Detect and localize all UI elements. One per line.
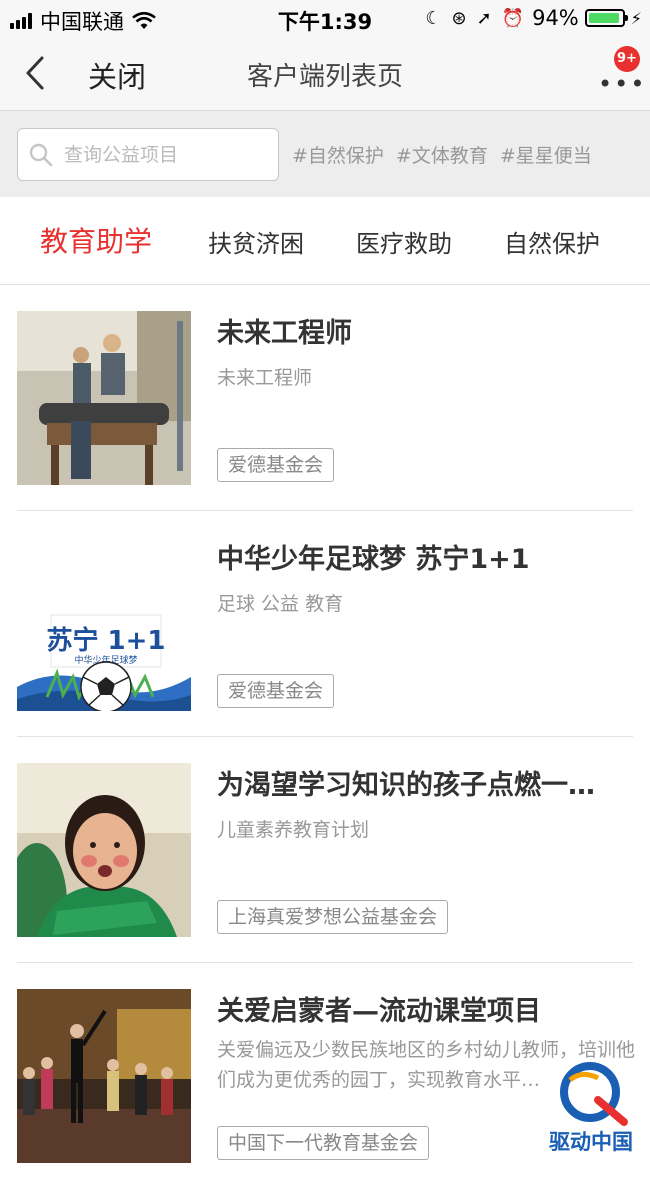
tab-nature-protection[interactable]: 自然保护 [504,224,600,259]
more-button[interactable]: ••• 9+ [594,46,644,96]
hashtag-nature[interactable]: #自然保护 [292,141,384,168]
item-subtitle: 未来工程师 [217,367,313,389]
search-row: #自然保护 #文体教育 #星星便当 [0,111,650,197]
list-item[interactable]: 苏宁 1+1 中华少年足球梦 中华少年足球梦 苏宁1+1 足球 公益 教育 爱德… [0,511,650,737]
watermark-emblem-icon [560,1062,628,1126]
tab-education[interactable]: 教育助学 [40,220,152,260]
item-title[interactable]: 为渴望学习知识的孩子点燃一… [217,763,635,802]
watermark-logo: 驱动中国 [532,1060,650,1156]
list-item[interactable]: 为渴望学习知识的孩子点燃一… 儿童素养教育计划 上海真爱梦想公益基金会 [0,737,650,963]
item-title[interactable]: 中华少年足球梦 苏宁1+1 [217,537,635,576]
location-icon: ➚ [476,7,492,29]
tab-medical-aid[interactable]: 医疗救助 [356,224,452,259]
hashtag-list: #自然保护 #文体教育 #星星便当 [292,141,604,168]
suning-logo-text: 苏宁 1+1 [46,625,165,656]
item-subtitle: 儿童素养教育计划 [217,819,370,841]
category-tabs: 教育助学 扶贫济困 医疗救助 自然保护 [0,198,650,285]
item-subtitle: 足球 公益 教育 [217,593,344,615]
charging-icon: ⚡ [630,8,642,28]
org-tag: 爱德基金会 [217,674,335,708]
status-right: ☾ ⊛ ➚ ⏰ 94% ⚡ [415,6,642,30]
list-item[interactable]: 未来工程师 未来工程师 爱德基金会 [0,285,650,511]
project-thumbnail [17,989,191,1163]
project-thumbnail [17,311,191,485]
battery-icon [584,9,628,27]
tab-poverty-relief[interactable]: 扶贫济困 [208,224,304,259]
search-input[interactable] [62,137,266,173]
watermark-text: 驱动中国 [549,1130,633,1154]
alarm-icon: ⏰ [501,7,525,29]
project-thumbnail [17,763,191,937]
org-tag: 上海真爱梦想公益基金会 [217,900,449,934]
hashtag-sports-education[interactable]: #文体教育 [396,141,488,168]
org-tag: 爱德基金会 [217,448,335,482]
status-bar: 中国联通 下午1:39 ☾ ⊛ ➚ ⏰ 94% ⚡ [0,0,650,36]
search-icon [29,143,53,167]
more-dots-icon: ••• [598,70,647,98]
search-box[interactable] [17,128,279,181]
hashtag-star-lunch[interactable]: #星星便当 [500,141,592,168]
project-thumbnail: 苏宁 1+1 中华少年足球梦 [17,537,191,711]
item-title[interactable]: 未来工程师 [217,311,635,350]
item-title[interactable]: 关爱启蒙者—流动课堂项目 [217,989,635,1028]
notification-badge: 9+ [614,46,640,72]
moon-icon: ☾ [425,7,442,29]
battery-percent: 94% [532,6,579,30]
org-tag: 中国下一代教育基金会 [217,1126,430,1160]
rotation-lock-icon: ⊛ [451,7,467,29]
nav-bar: 关闭 客户端列表页 ••• 9+ [0,36,650,111]
page-title: 客户端列表页 [246,62,403,92]
